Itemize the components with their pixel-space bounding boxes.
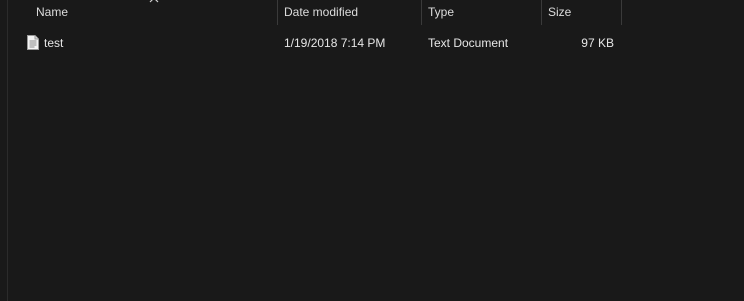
column-header-type-label: Type — [428, 5, 455, 19]
column-header-name[interactable]: Name — [30, 0, 278, 25]
column-header-row: Name Date modified Type Size — [8, 0, 744, 25]
column-header-type[interactable]: Type — [422, 0, 542, 25]
column-header-date-modified[interactable]: Date modified — [278, 0, 422, 25]
file-date-modified: 1/19/2018 7:14 PM — [284, 36, 386, 50]
column-header-date-modified-label: Date modified — [284, 5, 359, 19]
column-header-name-label: Name — [36, 5, 69, 19]
column-divider[interactable] — [621, 0, 622, 25]
column-header-size[interactable]: Size — [542, 0, 622, 25]
text-file-icon — [27, 35, 39, 50]
file-list-pane: Name Date modified Type Size test 1/19/2… — [0, 0, 744, 301]
file-size: 97 KB — [581, 36, 614, 50]
file-type: Text Document — [428, 36, 509, 50]
file-row[interactable]: test 1/19/2018 7:14 PM Text Document 97 … — [8, 31, 628, 55]
column-header-size-label: Size — [548, 5, 572, 19]
file-name: test — [44, 36, 64, 50]
